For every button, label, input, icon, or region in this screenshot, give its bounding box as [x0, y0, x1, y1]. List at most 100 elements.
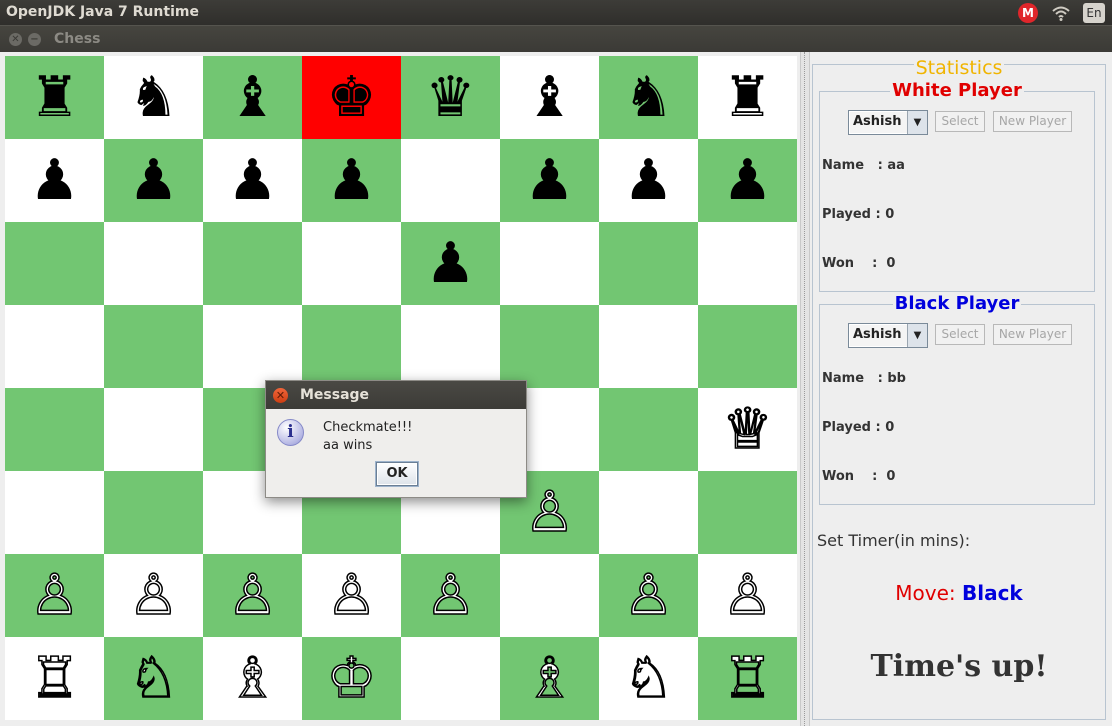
square-h5[interactable] — [698, 305, 797, 388]
square-b1[interactable]: ♘ — [104, 637, 203, 720]
square-e2[interactable]: ♙ — [401, 554, 500, 637]
dialog-close-icon[interactable]: ✕ — [273, 388, 288, 403]
black-pawn-icon[interactable]: ♟ — [425, 235, 475, 292]
white-pawn-icon[interactable]: ♙ — [623, 566, 675, 624]
square-h4[interactable]: ♕ — [698, 388, 797, 471]
square-a8[interactable]: ♜ — [5, 56, 104, 139]
white-pawn-icon[interactable]: ♙ — [128, 566, 180, 624]
white-knight-icon[interactable]: ♘ — [128, 649, 180, 707]
white-rook-icon[interactable]: ♖ — [722, 649, 774, 707]
square-b5[interactable] — [104, 305, 203, 388]
white-player-combo[interactable]: Ashish ▼ — [848, 110, 928, 135]
square-a1[interactable]: ♖ — [5, 637, 104, 720]
white-pawn-icon[interactable]: ♙ — [524, 483, 576, 541]
square-d5[interactable] — [302, 305, 401, 388]
square-b6[interactable] — [104, 222, 203, 305]
square-e7[interactable] — [401, 139, 500, 222]
black-pawn-icon[interactable]: ♟ — [623, 152, 673, 209]
square-b8[interactable]: ♞ — [104, 56, 203, 139]
black-rook-icon[interactable]: ♜ — [722, 69, 772, 126]
square-b2[interactable]: ♙ — [104, 554, 203, 637]
black-knight-icon[interactable]: ♞ — [128, 69, 178, 126]
square-a7[interactable]: ♟ — [5, 139, 104, 222]
square-e5[interactable] — [401, 305, 500, 388]
window-minimize-icon[interactable]: − — [28, 33, 41, 46]
black-select-button[interactable]: Select — [935, 324, 985, 345]
square-c5[interactable] — [203, 305, 302, 388]
square-h3[interactable] — [698, 471, 797, 554]
keyboard-language-indicator[interactable]: En — [1083, 3, 1105, 23]
chevron-down-icon[interactable]: ▼ — [907, 324, 927, 347]
square-g5[interactable] — [599, 305, 698, 388]
square-g3[interactable] — [599, 471, 698, 554]
black-queen-icon[interactable]: ♛ — [425, 69, 475, 126]
white-pawn-icon[interactable]: ♙ — [722, 566, 774, 624]
square-g6[interactable] — [599, 222, 698, 305]
square-g4[interactable] — [599, 388, 698, 471]
square-c1[interactable]: ♗ — [203, 637, 302, 720]
square-f5[interactable] — [500, 305, 599, 388]
white-bishop-icon[interactable]: ♗ — [524, 649, 576, 707]
window-close-icon[interactable]: ✕ — [9, 33, 22, 46]
square-h2[interactable]: ♙ — [698, 554, 797, 637]
black-bishop-icon[interactable]: ♝ — [524, 69, 574, 126]
white-pawn-icon[interactable]: ♙ — [227, 566, 279, 624]
square-f1[interactable]: ♗ — [500, 637, 599, 720]
wifi-icon[interactable] — [1050, 3, 1072, 22]
black-new-player-button[interactable]: New Player — [993, 324, 1072, 345]
square-g8[interactable]: ♞ — [599, 56, 698, 139]
square-b3[interactable] — [104, 471, 203, 554]
white-queen-icon[interactable]: ♕ — [722, 400, 774, 458]
square-f6[interactable] — [500, 222, 599, 305]
black-pawn-icon[interactable]: ♟ — [29, 152, 79, 209]
black-king-icon[interactable]: ♚ — [326, 69, 376, 126]
square-a3[interactable] — [5, 471, 104, 554]
ok-button[interactable]: OK — [376, 462, 418, 486]
white-knight-icon[interactable]: ♘ — [623, 649, 675, 707]
white-pawn-icon[interactable]: ♙ — [29, 566, 81, 624]
square-g7[interactable]: ♟ — [599, 139, 698, 222]
white-select-button[interactable]: Select — [935, 111, 985, 132]
square-h1[interactable]: ♖ — [698, 637, 797, 720]
square-d2[interactable]: ♙ — [302, 554, 401, 637]
black-pawn-icon[interactable]: ♟ — [227, 152, 277, 209]
square-h6[interactable] — [698, 222, 797, 305]
square-c2[interactable]: ♙ — [203, 554, 302, 637]
square-f7[interactable]: ♟ — [500, 139, 599, 222]
white-king-icon[interactable]: ♔ — [326, 649, 378, 707]
white-pawn-icon[interactable]: ♙ — [326, 566, 378, 624]
square-c8[interactable]: ♝ — [203, 56, 302, 139]
square-h7[interactable]: ♟ — [698, 139, 797, 222]
black-pawn-icon[interactable]: ♟ — [128, 152, 178, 209]
square-c7[interactable]: ♟ — [203, 139, 302, 222]
black-pawn-icon[interactable]: ♟ — [326, 152, 376, 209]
square-c6[interactable] — [203, 222, 302, 305]
square-a6[interactable] — [5, 222, 104, 305]
square-g2[interactable]: ♙ — [599, 554, 698, 637]
square-a4[interactable] — [5, 388, 104, 471]
square-e6[interactable]: ♟ — [401, 222, 500, 305]
square-a2[interactable]: ♙ — [5, 554, 104, 637]
square-b7[interactable]: ♟ — [104, 139, 203, 222]
square-b4[interactable] — [104, 388, 203, 471]
white-new-player-button[interactable]: New Player — [993, 111, 1072, 132]
square-f2[interactable] — [500, 554, 599, 637]
square-d8[interactable]: ♚ — [302, 56, 401, 139]
black-pawn-icon[interactable]: ♟ — [524, 152, 574, 209]
split-pane-divider[interactable] — [800, 52, 810, 726]
square-e1[interactable] — [401, 637, 500, 720]
black-player-combo[interactable]: Ashish ▼ — [848, 323, 928, 348]
white-bishop-icon[interactable]: ♗ — [227, 649, 279, 707]
black-knight-icon[interactable]: ♞ — [623, 69, 673, 126]
black-pawn-icon[interactable]: ♟ — [722, 152, 772, 209]
white-rook-icon[interactable]: ♖ — [29, 649, 81, 707]
square-h8[interactable]: ♜ — [698, 56, 797, 139]
square-f8[interactable]: ♝ — [500, 56, 599, 139]
square-a5[interactable] — [5, 305, 104, 388]
square-d6[interactable] — [302, 222, 401, 305]
square-g1[interactable]: ♘ — [599, 637, 698, 720]
black-rook-icon[interactable]: ♜ — [29, 69, 79, 126]
chevron-down-icon[interactable]: ▼ — [907, 111, 927, 134]
white-pawn-icon[interactable]: ♙ — [425, 566, 477, 624]
square-e8[interactable]: ♛ — [401, 56, 500, 139]
